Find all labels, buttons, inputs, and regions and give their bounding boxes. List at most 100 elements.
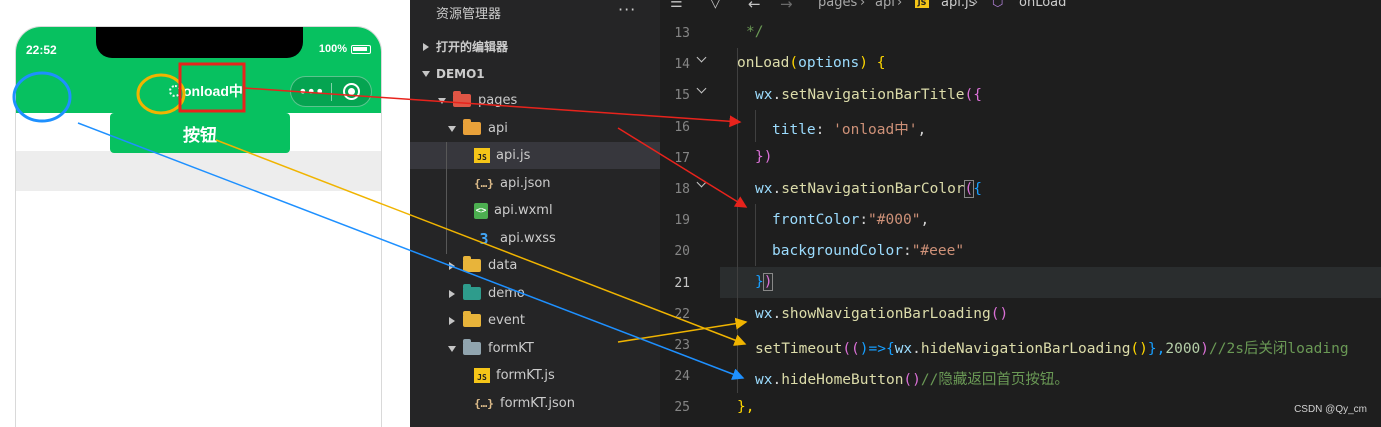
tree-file[interactable]: JS formKT.js [410,362,660,389]
folder-icon [462,119,482,137]
method-icon: ⬡ [992,0,1004,10]
breadcrumb-sep: › [897,0,903,10]
open-editors-section[interactable]: 打开的编辑器 [410,33,660,60]
more-icon[interactable]: ••• [291,82,331,101]
json-file-icon: {…} [474,177,494,190]
list-icon[interactable]: ☰ [670,0,683,11]
tree-folder[interactable]: pages [410,87,660,114]
tree-folder[interactable]: data [410,252,660,279]
tree-item-label: formKT.js [496,368,555,383]
explorer-panel: 资源管理器 ··· 打开的编辑器 DEMO1 pages api JS api.js {… [410,0,660,427]
breadcrumb-item[interactable]: pages [818,0,857,10]
folder-icon [452,91,472,109]
folder-icon [462,311,482,329]
breadcrumb-sep: › [860,0,866,10]
explorer-more-icon[interactable]: ··· [618,0,636,19]
simulator-panel: 22:52 100% onload中 ••• 按钮 [0,0,410,427]
tree-folder[interactable]: api [410,115,660,142]
screenshot-root: 22:52 100% onload中 ••• 按钮 资源管理器 ··· 打开的编… [0,0,1381,427]
fold-chevron-icon[interactable] [697,55,707,65]
line-number: 15 [674,88,690,104]
grey-band [16,151,381,191]
line-number: 23 [674,338,690,353]
breadcrumb: ☰ ▽ ← → pages › api › JS api.js › ⬡ onLo… [660,0,1381,13]
forward-arrow-icon[interactable]: → [780,0,793,13]
fold-chevron-icon[interactable] [697,86,707,96]
tree-item-label: demo [488,286,525,301]
tree-folder[interactable]: demo [410,280,660,307]
tree-file[interactable]: 3 api.wxss [410,225,660,252]
chevron-down-icon [446,345,458,352]
code-line-18: wx.setNavigationBarColor({ [755,180,982,198]
tree-file[interactable]: JS api.js [410,142,660,169]
indent-guide [755,204,756,266]
folder-icon [462,256,482,274]
back-arrow-icon[interactable]: ← [748,0,761,13]
chevron-down-icon [436,97,448,104]
line-number: 22 [674,306,690,322]
js-file-icon: JS [915,0,929,8]
tree-item-label: api [488,121,508,136]
tree-item-label: api.wxml [494,203,553,218]
line-number: 21 [674,275,690,291]
tree-item-label: pages [478,93,518,108]
code-line-20: backgroundColor:"#eee" [772,243,965,259]
tree-item-label: formKT [488,341,534,356]
folder-icon [462,284,482,302]
breadcrumb-sep: › [973,0,979,10]
bookmark-icon[interactable]: ▽ [710,0,721,11]
code-line-19: frontColor:"#000", [772,212,930,228]
status-time: 22:52 [26,43,57,57]
tree-item-label: api.js [496,148,531,163]
nav-title: onload中 [183,83,243,99]
tree-item-label: formKT.json [500,396,575,411]
line-number: 24 [674,369,690,385]
indent-guide [737,48,738,393]
current-line-highlight [720,267,1381,298]
open-editors-label: 打开的编辑器 [436,40,509,54]
status-battery: 100% [319,43,371,55]
tree-file[interactable]: <> api.wxml [410,197,660,224]
chevron-right-icon [446,289,458,298]
explorer-title: 资源管理器 [436,7,502,22]
breadcrumb-item[interactable]: api [875,0,895,10]
wxml-file-icon: <> [474,202,488,219]
loading-spinner-icon [169,85,181,97]
code-line-16: title: 'onload中', [772,122,927,138]
code-line-22: wx.showNavigationBarLoading() [755,306,1009,322]
project-label: DEMO1 [436,66,485,81]
tree-item-label: data [488,258,518,273]
line-number: 25 [674,400,690,416]
tree-file[interactable]: {…} formKT.json [410,390,660,417]
project-section[interactable]: DEMO1 [410,60,660,87]
js-file-icon: JS [474,368,490,383]
code-line-15: wx.setNavigationBarTitle({ [755,87,982,103]
tree-folder[interactable]: event [410,307,660,334]
code-line-13: */ [746,24,764,40]
fold-chevron-icon[interactable] [697,180,707,190]
json-file-icon: {…} [474,397,494,410]
tree-file[interactable]: {…} api.json [410,170,660,197]
code-line-25: }, [737,399,755,415]
code-line-17: }) [755,149,773,165]
line-number: 16 [674,119,690,135]
watermark: CSDN @Qy_cm [1294,404,1367,415]
indent-guide [446,142,447,254]
line-number: 20 [674,244,690,260]
indent-guide [755,110,756,142]
chevron-right-icon [446,261,458,270]
close-circle-icon [342,83,360,100]
breadcrumb-item[interactable]: api.js [941,0,975,10]
code-line-24: wx.hideHomeButton()//隐藏返回首页按钮。 [755,372,1069,388]
navigation-bar: onload中 ••• [16,71,381,113]
tree-folder[interactable]: formKT [410,335,660,362]
page-button[interactable]: 按钮 [110,113,290,153]
nav-title-group: onload中 [169,81,243,101]
line-number: 17 [674,150,690,166]
capsule-close-button[interactable] [331,83,371,100]
line-number: 19 [674,213,690,229]
code-editor: ☰ ▽ ← → pages › api › JS api.js › ⬡ onLo… [660,0,1381,427]
battery-icon [351,44,371,54]
tree-item-label: event [488,313,526,328]
breadcrumb-item[interactable]: onLoad [1019,0,1066,10]
